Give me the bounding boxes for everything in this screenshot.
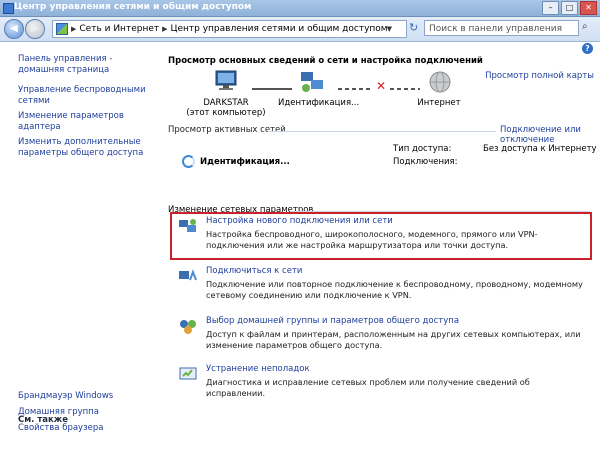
forward-icon[interactable]: ▶ — [25, 19, 45, 39]
globe-icon — [426, 70, 454, 97]
breadcrumb-network[interactable]: Сеть и Интернет — [79, 24, 159, 34]
see-also-browser[interactable]: Свойства браузера — [18, 423, 153, 434]
computer-name: DARKSTAR — [203, 98, 249, 108]
close-button[interactable]: ✕ — [580, 1, 597, 15]
connections-label: Подключения: — [393, 157, 458, 167]
homegroup-icon — [180, 320, 196, 334]
task-link[interactable]: Настройка нового подключения или сети — [206, 216, 393, 226]
connect-icon — [179, 269, 197, 281]
back-icon[interactable]: ◀ — [4, 19, 24, 39]
task-desc: Доступ к файлам и принтерам, расположенн… — [206, 329, 581, 350]
new-connection-icon — [179, 219, 196, 232]
sidebar-item-home[interactable]: Панель управления - домашняя страница — [18, 54, 153, 76]
task-link[interactable]: Подключиться к сети — [206, 266, 302, 276]
busy-icon — [182, 155, 195, 168]
address-toolbar: ◀ ▶ ▶ Сеть и Интернет ▶ Центр управления… — [0, 17, 600, 42]
error-x-icon: ✕ — [376, 79, 387, 93]
task-desc: Подключение или повторное подключение к … — [206, 279, 583, 300]
task-homegroup[interactable]: Выбор домашней группы и параметров общег… — [170, 314, 590, 354]
maximize-button[interactable]: □ — [561, 1, 578, 15]
network-icon — [297, 70, 327, 97]
control-panel-icon — [56, 23, 68, 35]
task-desc: Диагностика и исправление сетевых пробле… — [206, 377, 530, 398]
window-controls: – □ ✕ — [542, 1, 597, 15]
access-type-value: Без доступа к Интернету — [483, 144, 597, 154]
map-line-1 — [252, 88, 292, 90]
full-map-link[interactable]: Просмотр полной карты — [485, 71, 594, 81]
access-type-label: Тип доступа: — [393, 144, 452, 154]
search-icon[interactable]: ⌕ — [582, 21, 596, 35]
sidebar-item-wireless[interactable]: Управление беспроводными сетями — [18, 85, 153, 107]
refresh-icon[interactable]: ↻ — [409, 21, 421, 35]
task-troubleshoot[interactable]: Устранение неполадок Диагностика и испра… — [170, 362, 590, 398]
connect-disconnect-link[interactable]: Подключение или отключение — [500, 125, 600, 145]
breadcrumb-center[interactable]: Центр управления сетями и общим доступом — [171, 24, 388, 34]
task-link[interactable]: Устранение неполадок — [206, 364, 310, 374]
task-link[interactable]: Выбор домашней группы и параметров общег… — [206, 316, 459, 326]
main-content: Просмотр основных сведений о сети и наст… — [160, 42, 600, 449]
map-line-3 — [390, 88, 420, 90]
internet-name: Интернет — [417, 98, 461, 108]
map-line-2 — [338, 88, 373, 90]
troubleshoot-icon — [179, 367, 197, 380]
minimize-button[interactable]: – — [542, 1, 559, 15]
see-also-homegroup[interactable]: Домашняя группа — [18, 407, 153, 418]
window-title: Центр управления сетями и общим доступом — [14, 2, 252, 12]
computer-sub: (этот компьютер) — [186, 108, 266, 118]
computer-icon — [208, 70, 244, 95]
active-networks-header: Просмотр активных сетей — [168, 125, 286, 135]
sidebar-item-sharing[interactable]: Изменить дополнительные параметры общего… — [18, 137, 153, 159]
network-name: Идентификация... — [278, 98, 360, 108]
address-bar[interactable]: ▶ Сеть и Интернет ▶ Центр управления сет… — [52, 20, 407, 38]
window-icon — [3, 3, 14, 14]
sidebar-item-adapter[interactable]: Изменение параметров адаптера — [18, 111, 153, 133]
search-input[interactable]: Поиск в панели управления — [424, 20, 579, 36]
task-desc: Настройка беспроводного, широкополосного… — [206, 229, 538, 250]
sidebar: Панель управления - домашняя страница Уп… — [0, 42, 160, 449]
chevron-down-icon[interactable]: ▼ — [387, 25, 392, 33]
task-new-connection[interactable]: Настройка нового подключения или сети На… — [170, 214, 590, 258]
page-title: Просмотр основных сведений о сети и наст… — [168, 56, 483, 66]
active-network-name: Идентификация... — [200, 157, 290, 167]
title-bar: Центр управления сетями и общим доступом… — [0, 0, 600, 17]
task-connect[interactable]: Подключиться к сети Подключение или повт… — [170, 264, 590, 304]
see-also-firewall[interactable]: Брандмауэр Windows — [18, 391, 153, 402]
